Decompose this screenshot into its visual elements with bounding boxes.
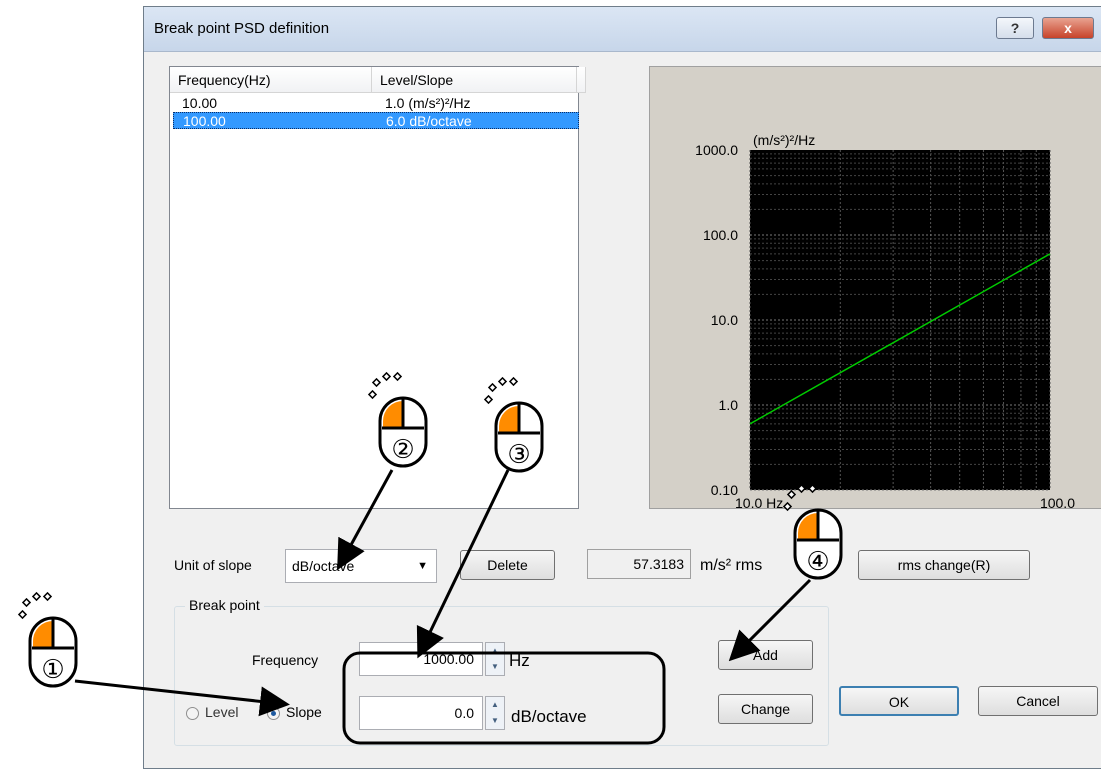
mouse-icon-2: ② [367,371,428,468]
tutorial-annotations: ① ② ③ ④ [17,371,843,745]
arrow-2 [337,469,394,571]
marker-3: ③ [507,440,530,470]
arrow-1 [74,679,290,717]
marker-2: ② [391,435,414,465]
arrow-3 [416,469,510,659]
highlight-box [342,651,666,745]
marker-1: ① [41,655,64,685]
arrow-4 [728,578,812,662]
marker-4: ④ [806,547,829,577]
mouse-icon-1: ① [17,591,78,688]
mouse-icon-4: ④ [782,483,843,580]
mouse-icon-3: ③ [483,376,544,473]
